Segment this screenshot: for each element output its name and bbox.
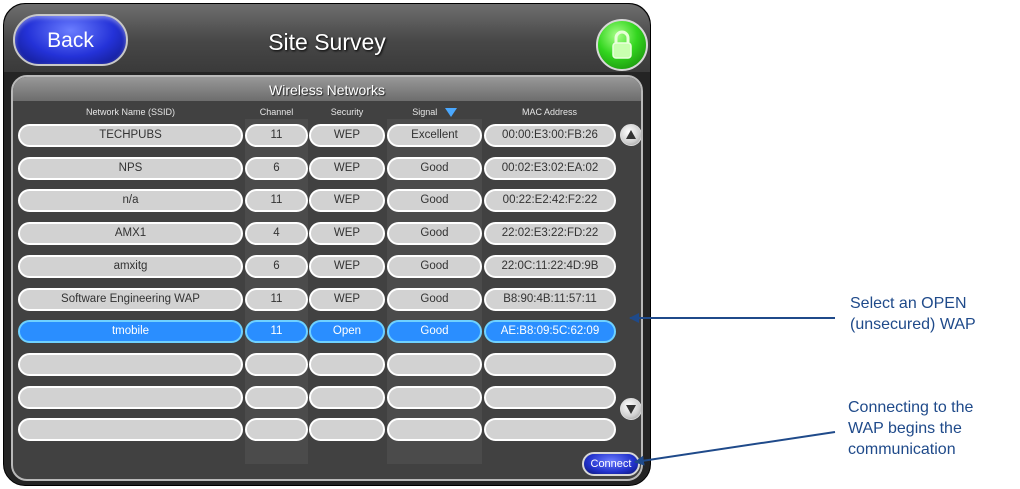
annotation-line: (unsecured) WAP bbox=[850, 316, 976, 333]
annotation-line: communication bbox=[848, 441, 956, 458]
annotation-line: Connecting to the bbox=[848, 399, 974, 416]
annotation-line: Select an OPEN bbox=[850, 295, 967, 312]
annotation-connecting: Connecting to the WAP begins the communi… bbox=[848, 397, 973, 460]
callout-arrow-connect bbox=[634, 431, 836, 466]
annotation-line: WAP begins the bbox=[848, 420, 962, 437]
annotation-select-open: Select an OPEN (unsecured) WAP bbox=[850, 293, 976, 335]
